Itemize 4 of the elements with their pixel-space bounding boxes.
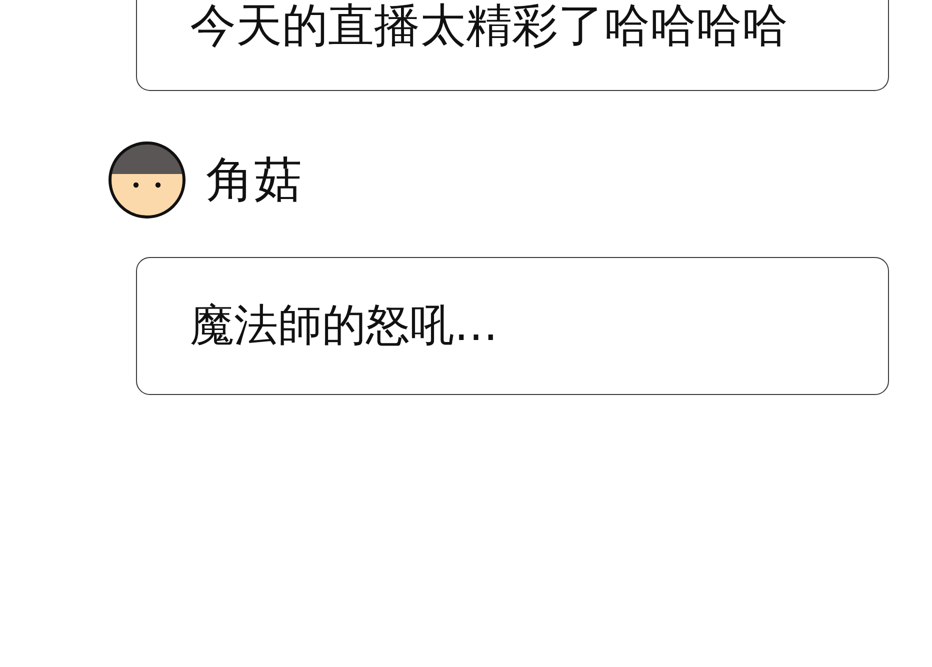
message-text: 今天的直播太精彩了哈哈哈哈	[190, 0, 789, 50]
author-name: 角菇	[206, 152, 302, 208]
message-text: 魔法師的怒吼…	[190, 301, 499, 351]
cartoon-avatar-icon	[108, 141, 186, 219]
